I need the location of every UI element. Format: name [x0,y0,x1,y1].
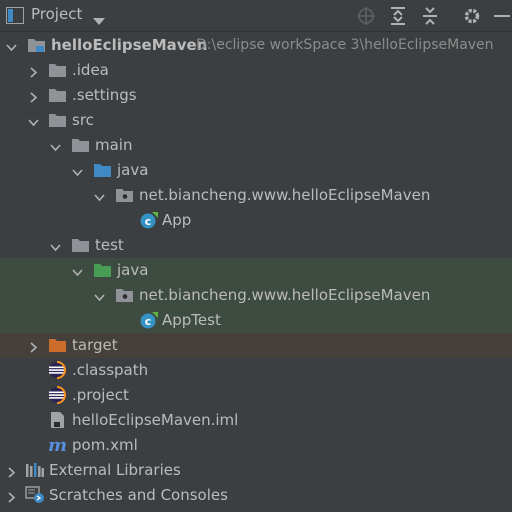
svg-text:c: c [145,315,152,328]
tree-label-target: target [72,336,118,354]
tree-row-external-libraries[interactable]: External Libraries [0,458,512,483]
tree-label-idea: .idea [72,61,109,79]
tree-row-scratches[interactable]: Scratches and Consoles [0,483,512,508]
tree-label-app: App [162,211,192,229]
chevron-down-icon[interactable] [93,11,105,30]
tree-label-project: .project [72,386,129,404]
tree-row-test-java[interactable]: java [0,258,512,283]
tree-row-apptest[interactable]: c AppTest [0,308,512,333]
tree-row-main[interactable]: main [0,133,512,158]
tree-label-main-package: net.biancheng.www.helloEclipseMaven [139,186,431,204]
test-folder-icon [93,261,113,279]
tree-label-test: test [95,236,124,254]
gear-icon[interactable] [462,6,482,26]
folder-icon [48,86,68,104]
tree-row-test-package[interactable]: net.biancheng.www.helloEclipseMaven [0,283,512,308]
collapse-all-icon[interactable] [420,6,440,26]
source-folder-icon [93,161,113,179]
tree-label-test-package: net.biancheng.www.helloEclipseMaven [139,286,431,304]
tree-row-target[interactable]: target [0,333,512,358]
tree-row-root[interactable]: helloEclipseMaven D:\eclipse workSpace 3… [0,33,512,58]
tree-row-pom[interactable]: m pom.xml [0,433,512,458]
chevron-down-icon[interactable] [5,39,18,52]
chevron-right-icon[interactable] [5,489,18,503]
tree-label-classpath: .classpath [72,361,149,379]
package-icon [115,286,135,304]
target-icon[interactable] [356,6,376,26]
chevron-down-icon[interactable] [93,289,106,302]
eclipse-file-icon [48,361,68,379]
expand-all-icon[interactable] [388,6,408,26]
tree-row-test[interactable]: test [0,233,512,258]
folder-icon [48,111,68,129]
module-file-icon [48,411,68,429]
tree-row-iml[interactable]: helloEclipseMaven.iml [0,408,512,433]
excluded-folder-icon [48,336,68,354]
tree-label-src: src [72,111,94,129]
chevron-down-icon[interactable] [93,189,106,202]
minimize-icon[interactable] [492,6,512,26]
package-icon [115,186,135,204]
folder-icon [71,236,91,254]
tree-row-main-java[interactable]: java [0,158,512,183]
tree-label-pom: pom.xml [72,436,138,454]
tree-path-root: D:\eclipse workSpace 3\helloEclipseMaven [196,37,494,53]
maven-icon: m [48,435,68,456]
java-class-icon: c [139,311,159,329]
tree-row-classpath[interactable]: .classpath [0,358,512,383]
java-class-icon: c [139,211,159,229]
tree-label-scratches: Scratches and Consoles [49,486,228,504]
chevron-down-icon[interactable] [71,264,84,277]
chevron-down-icon[interactable] [49,139,62,152]
tree-label-main: main [95,136,133,154]
chevron-right-icon[interactable] [27,89,40,103]
project-tree: helloEclipseMaven D:\eclipse workSpace 3… [0,33,512,508]
chevron-down-icon[interactable] [49,239,62,252]
tree-label-main-java: java [117,161,149,179]
chevron-down-icon[interactable] [27,114,40,127]
project-view-title[interactable]: Project [31,5,82,23]
project-toolbar: Project [0,0,512,32]
scratches-icon [25,486,45,504]
module-folder-icon [27,36,47,54]
tree-label-external-libraries: External Libraries [49,461,181,479]
tree-row-project[interactable]: .project [0,383,512,408]
chevron-right-icon[interactable] [27,339,40,353]
tree-row-src[interactable]: src [0,108,512,133]
tree-label-apptest: AppTest [162,311,221,329]
tree-label-settings: .settings [72,86,137,104]
eclipse-file-icon [48,386,68,404]
chevron-down-icon[interactable] [71,164,84,177]
library-icon [25,461,45,479]
tree-label-test-java: java [117,261,149,279]
tree-row-main-package[interactable]: net.biancheng.www.helloEclipseMaven [0,183,512,208]
tree-label-iml: helloEclipseMaven.iml [72,411,239,429]
chevron-right-icon[interactable] [5,464,18,478]
tree-label-root: helloEclipseMaven [51,36,208,54]
project-view-icon [6,7,24,28]
tree-row-settings[interactable]: .settings [0,83,512,108]
folder-icon [48,61,68,79]
folder-icon [71,136,91,154]
tree-row-app[interactable]: c App [0,208,512,233]
tree-row-idea[interactable]: .idea [0,58,512,83]
svg-text:c: c [145,215,152,228]
chevron-right-icon[interactable] [27,64,40,78]
